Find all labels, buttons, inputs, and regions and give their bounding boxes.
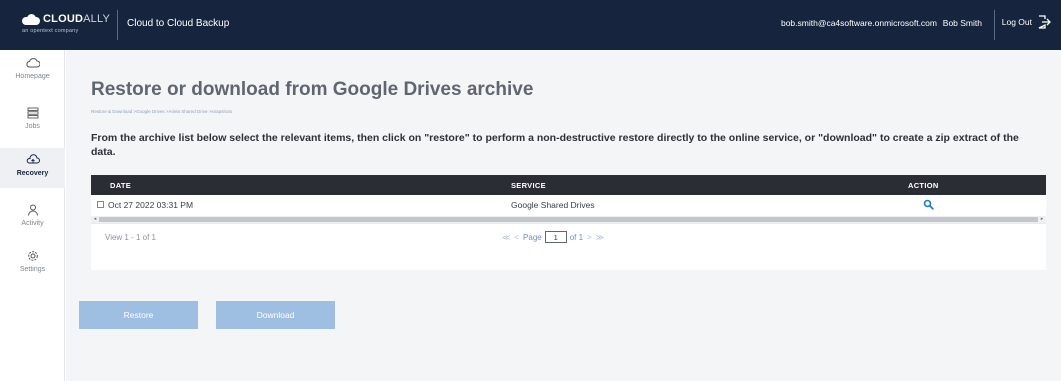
- horizontal-scrollbar[interactable]: ◂ ▸: [91, 216, 1046, 223]
- sidebar-item-jobs[interactable]: Jobs: [0, 106, 65, 144]
- row-date: Oct 27 2022 03:31 PM: [108, 200, 194, 210]
- jobs-icon: [27, 107, 38, 119]
- activity-icon: [27, 204, 38, 216]
- column-header-action: ACTION: [908, 181, 939, 190]
- next-page-button[interactable]: >: [587, 233, 592, 242]
- page-label: Page: [523, 232, 542, 242]
- first-page-button[interactable]: ≪: [502, 233, 510, 242]
- search-icon[interactable]: [923, 199, 934, 210]
- view-count: View 1 - 1 of 1: [105, 233, 156, 242]
- logo-main: CLOUDALLY: [22, 12, 117, 26]
- main-content: Restore or download from Google Drives a…: [66, 50, 1061, 381]
- app-root: CLOUDALLY an opentext company Cloud to C…: [0, 0, 1061, 381]
- page-title: Restore or download from Google Drives a…: [91, 79, 534, 100]
- brand-bold: CLOUD: [43, 13, 84, 25]
- sidebar-item-label: Homepage: [15, 73, 50, 80]
- sidebar-item-label: Settings: [19, 266, 46, 273]
- table-header: DATE SERVICE ACTION: [91, 175, 1046, 195]
- breadcrumb[interactable]: Restore & Download >Google Drives >Ariel…: [91, 109, 232, 114]
- sidebar-item-recovery[interactable]: Recovery: [0, 148, 65, 188]
- page-total: of 1: [569, 232, 584, 242]
- sidebar-item-label: Jobs: [25, 123, 40, 130]
- brand-name: CLOUDALLY: [43, 13, 110, 25]
- user-name: Bob Smith: [942, 18, 982, 28]
- sidebar-item-settings[interactable]: Settings: [0, 249, 65, 287]
- cloudally-logo[interactable]: CLOUDALLY an opentext company: [22, 12, 117, 38]
- page-number-input[interactable]: [544, 231, 567, 243]
- scroll-left-icon[interactable]: ◂: [92, 216, 98, 223]
- restore-button[interactable]: Restore: [79, 301, 198, 329]
- row-checkbox[interactable]: [97, 201, 104, 208]
- scroll-right-icon[interactable]: ▸: [1039, 216, 1045, 223]
- sidebar-item-activity[interactable]: Activity: [0, 203, 65, 241]
- header-divider-right: [994, 10, 995, 40]
- instructions-text: From the archive list below select the r…: [91, 132, 1019, 158]
- logout-label: Log Out: [1001, 17, 1032, 27]
- app-title: Cloud to Cloud Backup: [127, 18, 230, 29]
- sidebar-item-homepage[interactable]: Homepage: [0, 56, 65, 94]
- user-email: bob.smith@ca4software.onmicrosoft.com: [780, 18, 937, 28]
- recovery-icon: [26, 154, 40, 164]
- scrollbar-thumb[interactable]: [99, 217, 1038, 222]
- column-header-date[interactable]: DATE: [110, 181, 131, 190]
- column-header-service[interactable]: SERVICE: [511, 181, 546, 190]
- download-button[interactable]: Download: [216, 301, 335, 329]
- last-page-button[interactable]: ≫: [596, 233, 604, 242]
- header-divider: [117, 10, 118, 40]
- pager: ≪ < Page of 1 > ≫: [502, 231, 608, 243]
- cloud-icon: [25, 58, 40, 68]
- brand-sub: an opentext company: [22, 28, 79, 34]
- top-bar: CLOUDALLY an opentext company Cloud to C…: [0, 0, 1061, 50]
- cloud-logo-icon: [22, 13, 40, 25]
- brand-light: ALLY: [83, 13, 111, 25]
- archive-table: DATE SERVICE ACTION Oct 27 2022 03:31 PM…: [91, 175, 1046, 270]
- logout-icon: [1038, 15, 1051, 29]
- gear-icon: [27, 251, 38, 261]
- sidebar-item-label: Activity: [21, 220, 44, 227]
- row-service: Google Shared Drives: [511, 200, 595, 210]
- prev-page-button[interactable]: <: [514, 233, 519, 242]
- pagination-bar: View 1 - 1 of 1 ≪ < Page of 1 > ≫: [91, 223, 1046, 253]
- sidebar: Homepage Jobs Recovery Activity Settings: [0, 50, 65, 381]
- sidebar-item-label: Recovery: [16, 170, 49, 177]
- table-row[interactable]: Oct 27 2022 03:31 PM Google Shared Drive…: [91, 197, 1046, 215]
- logout-button[interactable]: Log Out: [1002, 15, 1051, 29]
